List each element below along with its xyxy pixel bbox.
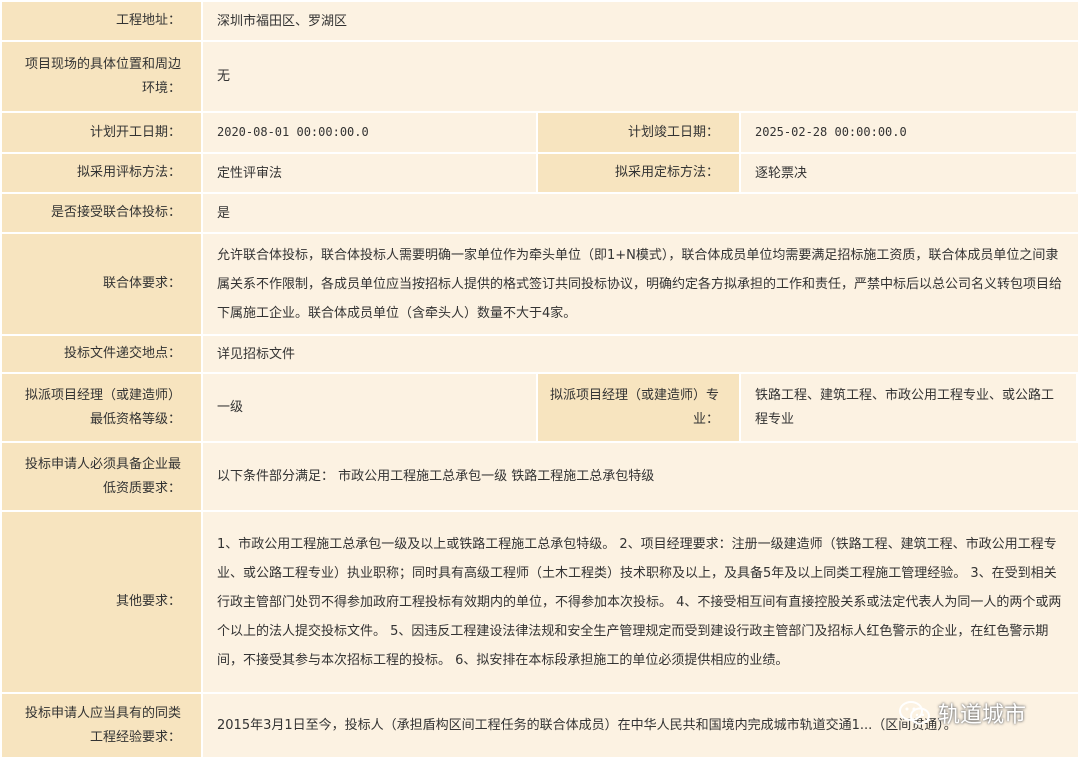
label-consortium: 是否接受联合体投标：: [2, 194, 203, 232]
row-consortium: 是否接受联合体投标： 是: [2, 194, 1078, 234]
label-consortium-req: 联合体要求：: [2, 234, 203, 334]
value-address: 深圳市福田区、罗湖区: [203, 2, 1078, 40]
label-experience: 投标申请人应当具有的同类工程经验要求：: [2, 694, 203, 757]
row-submission-place: 投标文件递交地点： 详见招标文件: [2, 336, 1078, 374]
label-other-req: 其他要求：: [2, 512, 203, 692]
label-bid-eval: 拟采用评标方法：: [2, 154, 203, 192]
watermark: 轨道城市: [898, 697, 1026, 729]
value-consortium-req: 允许联合体投标，联合体投标人需要明确一家单位作为牵头单位（即1+N模式），联合体…: [203, 234, 1078, 334]
label-submission-place: 投标文件递交地点：: [2, 336, 203, 372]
value-award-method: 逐轮票决: [741, 154, 1076, 192]
value-qualification: 以下条件部分满足： 市政公用工程施工总承包一级 铁路工程施工总承包特级: [203, 443, 1078, 510]
label-pm-level: 拟派项目经理（或建造师）最低资格等级：: [2, 374, 203, 441]
label-end-date: 计划竣工日期：: [538, 113, 741, 152]
value-end-date: 2025-02-28 00:00:00.0: [741, 113, 1076, 152]
value-location: 无: [203, 42, 1078, 111]
label-start-date: 计划开工日期：: [2, 113, 203, 152]
label-pm-major: 拟派项目经理（或建造师）专业：: [538, 374, 741, 441]
row-methods: 拟采用评标方法： 定性评审法 拟采用定标方法： 逐轮票决: [2, 154, 1078, 194]
row-address: 工程地址： 深圳市福田区、罗湖区: [2, 2, 1078, 42]
wechat-icon: [898, 701, 930, 725]
row-other-req: 其他要求： 1、市政公用工程施工总承包一级及以上或铁路工程施工总承包特级。 2、…: [2, 512, 1078, 694]
value-consortium: 是: [203, 194, 1078, 232]
value-pm-major: 铁路工程、建筑工程、市政公用工程专业、或公路工程专业: [741, 374, 1076, 441]
row-consortium-req: 联合体要求： 允许联合体投标，联合体投标人需要明确一家单位作为牵头单位（即1+N…: [2, 234, 1078, 336]
label-award-method: 拟采用定标方法：: [538, 154, 741, 192]
value-start-date: 2020-08-01 00:00:00.0: [203, 113, 538, 152]
row-dates: 计划开工日期： 2020-08-01 00:00:00.0 计划竣工日期： 20…: [2, 113, 1078, 154]
value-bid-eval: 定性评审法: [203, 154, 538, 192]
tender-info-table: 工程地址： 深圳市福田区、罗湖区 项目现场的具体位置和周边环境： 无 计划开工日…: [2, 2, 1078, 759]
row-pm: 拟派项目经理（或建造师）最低资格等级： 一级 拟派项目经理（或建造师）专业： 铁…: [2, 374, 1078, 443]
label-qualification: 投标申请人必须具备企业最低资质要求：: [2, 443, 203, 510]
label-location: 项目现场的具体位置和周边环境：: [2, 42, 203, 111]
watermark-text: 轨道城市: [937, 703, 1026, 728]
value-submission-place: 详见招标文件: [203, 336, 1078, 372]
value-pm-level: 一级: [203, 374, 538, 441]
value-other-req: 1、市政公用工程施工总承包一级及以上或铁路工程施工总承包特级。 2、项目经理要求…: [203, 512, 1078, 692]
row-qualification: 投标申请人必须具备企业最低资质要求： 以下条件部分满足： 市政公用工程施工总承包…: [2, 443, 1078, 512]
row-location: 项目现场的具体位置和周边环境： 无: [2, 42, 1078, 113]
label-address: 工程地址：: [2, 2, 203, 40]
